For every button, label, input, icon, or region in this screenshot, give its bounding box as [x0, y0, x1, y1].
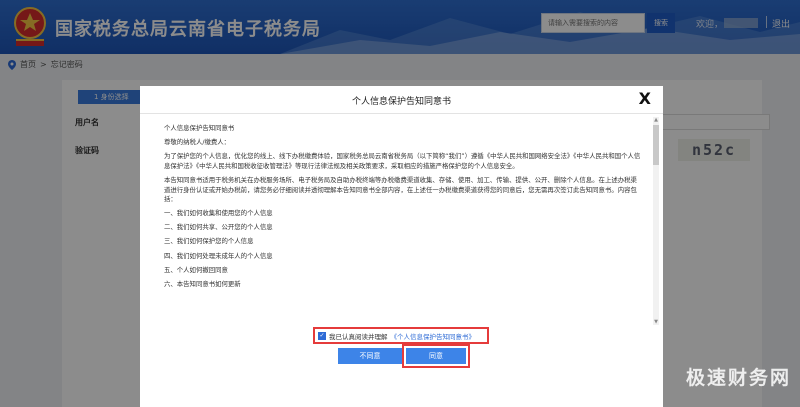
- content-paragraph: 三、我们如何保护您的个人信息: [164, 237, 254, 246]
- watermark-text: 极速财务网: [686, 367, 792, 389]
- scroll-up-icon[interactable]: ▲: [653, 117, 659, 123]
- content-paragraph: 本告知同意书适用于税务机关在办税服务场所、电子税务局及自助办税终端等办税缴费渠道…: [164, 175, 637, 204]
- agree-checkbox-row[interactable]: ✓ 我已认真阅读并理解 《个人信息保护告知同意书》: [313, 327, 489, 344]
- modal-divider: [140, 113, 663, 114]
- modal-title: 个人信息保护告知同意书: [351, 97, 451, 107]
- content-paragraph: 为了保护您的个人信息，优化您的线上、线下办税缴费体验，国家税务总局云南省税务局（…: [164, 152, 641, 170]
- content-scrollbar[interactable]: ▲ ▼: [653, 117, 659, 325]
- content-paragraph: 六、本告知同意书如何更新: [164, 279, 241, 288]
- agree-text: 我已认真阅读并理解: [329, 332, 388, 341]
- disagree-button[interactable]: 不同意: [338, 348, 402, 364]
- agree-button-highlight: 同意: [402, 344, 470, 368]
- privacy-consent-modal: 个人信息保护告知同意书 X 个人信息保护告知同意书 尊敬的纳税人/缴费人： 为了…: [140, 86, 663, 407]
- content-paragraph: 五、个人如何撤回同意: [164, 265, 228, 274]
- scroll-down-icon[interactable]: ▼: [653, 319, 659, 325]
- scrollbar-thumb[interactable]: [653, 125, 659, 165]
- content-paragraph: 四、我们如何处理未成年人的个人信息: [164, 251, 273, 260]
- content-paragraph: 个人信息保护告知同意书: [164, 124, 235, 132]
- content-paragraph: 一、我们如何收集和使用您的个人信息: [164, 209, 273, 218]
- content-paragraph: 二、我们如何共享、公开您的个人信息: [164, 223, 273, 232]
- consent-content: 个人信息保护告知同意书 尊敬的纳税人/缴费人： 为了保护您的个人信息，优化您的线…: [164, 124, 642, 324]
- consent-doc-link[interactable]: 《个人信息保护告知同意书》: [391, 331, 476, 341]
- close-icon[interactable]: X: [639, 89, 651, 108]
- agree-checkbox[interactable]: ✓: [318, 331, 326, 340]
- content-paragraph: 尊敬的纳税人/缴费人：: [164, 138, 231, 147]
- agree-button[interactable]: 同意: [406, 348, 466, 364]
